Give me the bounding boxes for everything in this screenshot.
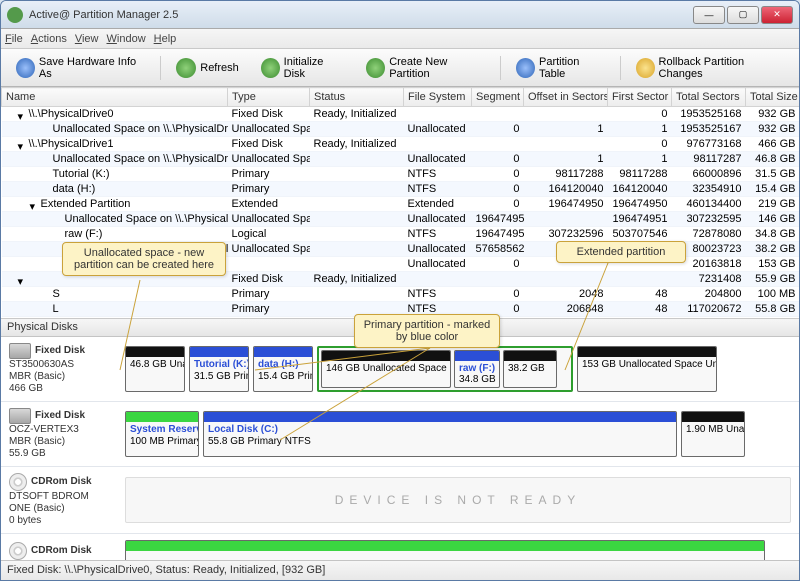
partition-block[interactable]: data (H:)15.4 GB Primar (253, 346, 313, 392)
col-type[interactable]: Type (228, 88, 310, 107)
col-segment[interactable]: Segment (472, 88, 524, 107)
disk-row[interactable]: Fixed DiskOCZ-VERTEX3MBR (Basic)55.9 GBS… (1, 402, 799, 467)
table-row[interactable]: ▾Extended PartitionExtendedExtended01964… (2, 197, 800, 212)
table-row[interactable]: Unallocated Space on \\.\PhysicalDrive1U… (2, 212, 800, 227)
col-file-system[interactable]: File System (404, 88, 472, 107)
initialize-button[interactable]: Initialize Disk (252, 54, 354, 82)
table-row[interactable]: Unallocated Space on \\.\PhysicalDrive1U… (2, 152, 800, 167)
partition-block[interactable]: raw (F:)34.8 GB (454, 350, 500, 388)
disk-icon (16, 58, 35, 78)
table-row[interactable]: Unallocated Space on \\.\PhysicalDrive0U… (2, 122, 800, 137)
rollback-button[interactable]: Rollback Partition Changes (627, 54, 793, 82)
partition-block[interactable]: 153 GB Unallocated Space Unalloca (577, 346, 717, 392)
menu-file[interactable]: File (5, 33, 23, 45)
menu-view[interactable]: View (75, 33, 99, 45)
col-first-sector[interactable]: First Sector (608, 88, 672, 107)
callout-primary: Primary partition - marked by blue color (354, 314, 500, 348)
partition-tree[interactable]: NameTypeStatusFile SystemSegmentOffset i… (1, 87, 799, 319)
table-row[interactable]: ▾\\.\PhysicalDrive1Fixed DiskReady, Init… (2, 137, 800, 152)
partition-block[interactable]: Tutorial (K:)31.5 GB Primar (189, 346, 249, 392)
close-button[interactable]: ✕ (761, 6, 793, 24)
partition-block[interactable]: System Reserve100 MB Primary N (125, 411, 199, 457)
physical-disks-panel[interactable]: Fixed DiskST3500630ASMBR (Basic)466 GB46… (1, 337, 799, 560)
menu-window[interactable]: Window (107, 33, 146, 45)
disk-row[interactable]: CDRom DiskDTSOFT BDROMONE (Basic)0 bytes… (1, 467, 799, 534)
partition-block[interactable]: 1.90 MB Unalloc (681, 411, 745, 457)
col-offset-in-sectors[interactable]: Offset in Sectors (524, 88, 608, 107)
minimize-button[interactable]: — (693, 6, 725, 24)
table-row[interactable]: data (H:)PrimaryNTFS01641200401641200403… (2, 182, 800, 197)
save-hw-button[interactable]: Save Hardware Info As (7, 54, 154, 82)
refresh-button[interactable]: Refresh (167, 54, 248, 82)
partition-block[interactable]: 146 GB Unallocated Space Unallocatd (321, 350, 451, 388)
partition-block[interactable]: 38.2 GB (503, 350, 557, 388)
table-row[interactable]: Tutorial (K:)PrimaryNTFS0981172889811728… (2, 167, 800, 182)
table-row[interactable]: ▾\\.\PhysicalDrive0Fixed DiskReady, Init… (2, 107, 800, 122)
toolbar: Save Hardware Info As Refresh Initialize… (1, 49, 799, 87)
table-row[interactable]: raw (F:)LogicalNTFS196474950307232596503… (2, 227, 800, 242)
menu-actions[interactable]: Actions (31, 33, 67, 45)
status-bar: Fixed Disk: \\.\PhysicalDrive0, Status: … (1, 560, 799, 580)
col-total-size[interactable]: Total Size (746, 88, 800, 107)
col-status[interactable]: Status (310, 88, 404, 107)
create-partition-button[interactable]: Create New Partition (357, 54, 494, 82)
maximize-button[interactable]: ▢ (727, 6, 759, 24)
titlebar: Active@ Partition Manager 2.5 — ▢ ✕ (1, 1, 799, 29)
app-icon (7, 7, 23, 23)
menu-help[interactable]: Help (154, 33, 177, 45)
menubar: File Actions View Window Help (1, 29, 799, 49)
disk-row[interactable]: CDRom DiskDTSOFT BDROM (1, 534, 799, 560)
partition-table-button[interactable]: Partition Table (507, 54, 614, 82)
refresh-icon (176, 58, 196, 78)
callout-extended: Extended partition (556, 241, 686, 263)
window-title: Active@ Partition Manager 2.5 (29, 9, 691, 21)
rollback-icon (636, 58, 655, 78)
table-row[interactable]: SPrimaryNTFS0204848204800100 MB (2, 287, 800, 302)
create-icon (366, 58, 385, 78)
initialize-icon (261, 58, 280, 78)
device-not-ready: DEVICE IS NOT READY (125, 477, 791, 523)
table-icon (516, 58, 535, 78)
partition-block[interactable] (125, 540, 765, 560)
col-total-sectors[interactable]: Total Sectors (672, 88, 746, 107)
col-name[interactable]: Name (2, 88, 228, 107)
partition-block[interactable]: Local Disk (C:)55.8 GB Primary NTFS (203, 411, 677, 457)
partition-block[interactable]: 46.8 GB Unalloc (125, 346, 185, 392)
callout-unallocated: Unallocated space - new partition can be… (62, 242, 226, 276)
